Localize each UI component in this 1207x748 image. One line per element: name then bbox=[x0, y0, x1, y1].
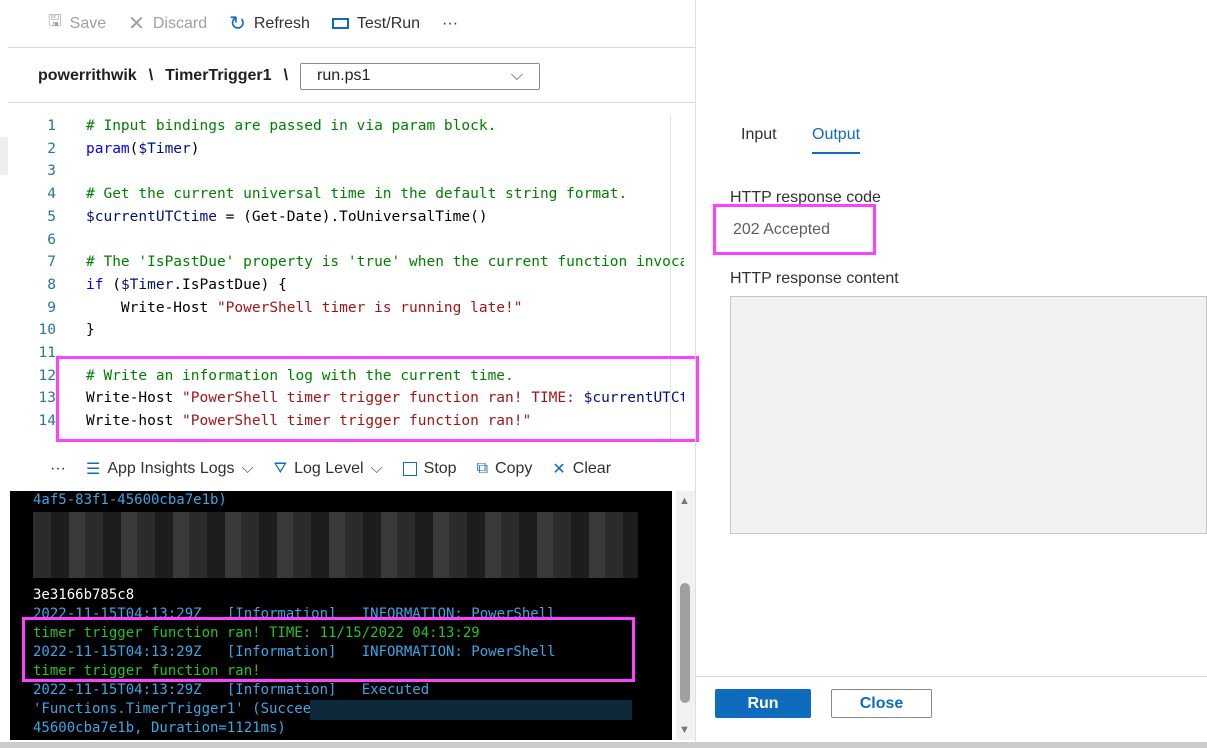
file-select-value: run.ps1 bbox=[317, 67, 371, 84]
line-number: 8 bbox=[47, 276, 56, 293]
toolbar: 🖫 Save ✕ Discard ↻ Refresh Test/Run ··· bbox=[48, 0, 458, 47]
bottom-edge bbox=[0, 742, 1207, 748]
separator: \ bbox=[148, 67, 154, 84]
highlight-box bbox=[56, 356, 699, 442]
redacted-region bbox=[310, 700, 632, 720]
line-numbers: 1 2 3 4 5 6 7 8 9 10 11 12 13 14 bbox=[20, 115, 56, 433]
redacted-region bbox=[33, 512, 638, 578]
copy-icon: ⧉ bbox=[476, 460, 489, 477]
separator: \ bbox=[283, 67, 289, 84]
scroll-up-icon[interactable]: ▲ bbox=[679, 495, 690, 507]
divider bbox=[8, 102, 695, 103]
gutter-marker bbox=[0, 137, 8, 175]
stop-button[interactable]: Stop bbox=[402, 460, 457, 478]
line-number: 3 bbox=[47, 163, 56, 180]
save-icon: 🖫 bbox=[48, 13, 62, 30]
line-number: 2 bbox=[47, 140, 56, 157]
line-number: 5 bbox=[47, 208, 56, 225]
copy-button[interactable]: ⧉ Copy bbox=[477, 460, 533, 478]
line-number: 9 bbox=[47, 299, 56, 316]
test-run-button[interactable]: Test/Run bbox=[331, 15, 420, 33]
close-button[interactable]: Close bbox=[831, 689, 932, 718]
line-number: 10 bbox=[38, 322, 56, 339]
log-line: 45600cba7e1b, Duration=1121ms) bbox=[33, 720, 286, 736]
line-number: 13 bbox=[38, 390, 56, 407]
line-number: 11 bbox=[38, 345, 56, 362]
breadcrumb-app[interactable]: powerrithwik bbox=[38, 67, 137, 85]
log-level-dropdown[interactable]: ⛛ Log Level ⌵ bbox=[274, 460, 383, 478]
log-line: 2022-11-15T04:13:29Z [Information] Execu… bbox=[33, 682, 430, 698]
filter-icon: ⛛ bbox=[273, 460, 288, 477]
run-button[interactable]: Run bbox=[715, 689, 811, 718]
document-icon: ☰ bbox=[85, 461, 101, 478]
save-button[interactable]: 🖫 Save bbox=[48, 10, 106, 37]
stop-icon bbox=[402, 462, 417, 476]
chevron-down-icon: ⌵ bbox=[241, 460, 254, 477]
divider bbox=[8, 47, 695, 48]
refresh-icon: ↻ bbox=[229, 13, 246, 35]
breadcrumb: powerrithwik \ TimerTrigger1 \ run.ps1 ⌵ bbox=[38, 52, 541, 100]
refresh-button[interactable]: ↻ Refresh bbox=[229, 11, 310, 36]
http-response-content[interactable] bbox=[730, 296, 1207, 534]
scrollbar-thumb[interactable] bbox=[680, 583, 690, 703]
http-response-content-label: HTTP response content bbox=[730, 270, 899, 287]
breadcrumb-function[interactable]: TimerTrigger1 bbox=[165, 67, 271, 85]
log-line: 3e3166b785c8 bbox=[33, 587, 135, 603]
line-number: 12 bbox=[38, 367, 56, 384]
chevron-down-icon: ⌵ bbox=[510, 67, 524, 84]
line-number: 4 bbox=[47, 186, 56, 203]
line-number: 1 bbox=[47, 118, 56, 134]
divider bbox=[696, 676, 1207, 677]
console-scrollbar[interactable]: ▲ ▼ bbox=[676, 491, 695, 740]
line-number: 6 bbox=[47, 231, 56, 248]
scroll-down-icon[interactable]: ▼ bbox=[679, 724, 690, 736]
tab-input[interactable]: Input bbox=[741, 126, 777, 144]
tab-output[interactable]: Output bbox=[812, 126, 861, 154]
more-button[interactable]: ··· bbox=[442, 15, 458, 33]
highlight-box bbox=[22, 617, 635, 682]
discard-button[interactable]: ✕ Discard bbox=[128, 11, 207, 36]
line-number: 14 bbox=[38, 413, 56, 430]
highlight-box bbox=[713, 204, 876, 255]
line-number: 7 bbox=[47, 254, 56, 271]
app-insights-dropdown[interactable]: ☰ App Insights Logs ⌵ bbox=[86, 459, 254, 479]
panel-divider bbox=[695, 0, 696, 748]
test-run-icon bbox=[331, 18, 349, 29]
close-icon: ✕ bbox=[552, 461, 566, 478]
clear-button[interactable]: ✕ Clear bbox=[552, 459, 611, 479]
chevron-down-icon: ⌵ bbox=[370, 460, 383, 477]
log-more-button[interactable]: ··· bbox=[50, 460, 66, 478]
file-select[interactable]: run.ps1 ⌵ bbox=[300, 62, 541, 90]
log-line: 4af5-83f1-45600cba7e1b) bbox=[33, 492, 227, 508]
close-icon: ✕ bbox=[128, 13, 145, 35]
log-toolbar: ··· ☰ App Insights Logs ⌵ ⛛ Log Level ⌵ Stop… bbox=[50, 452, 611, 486]
